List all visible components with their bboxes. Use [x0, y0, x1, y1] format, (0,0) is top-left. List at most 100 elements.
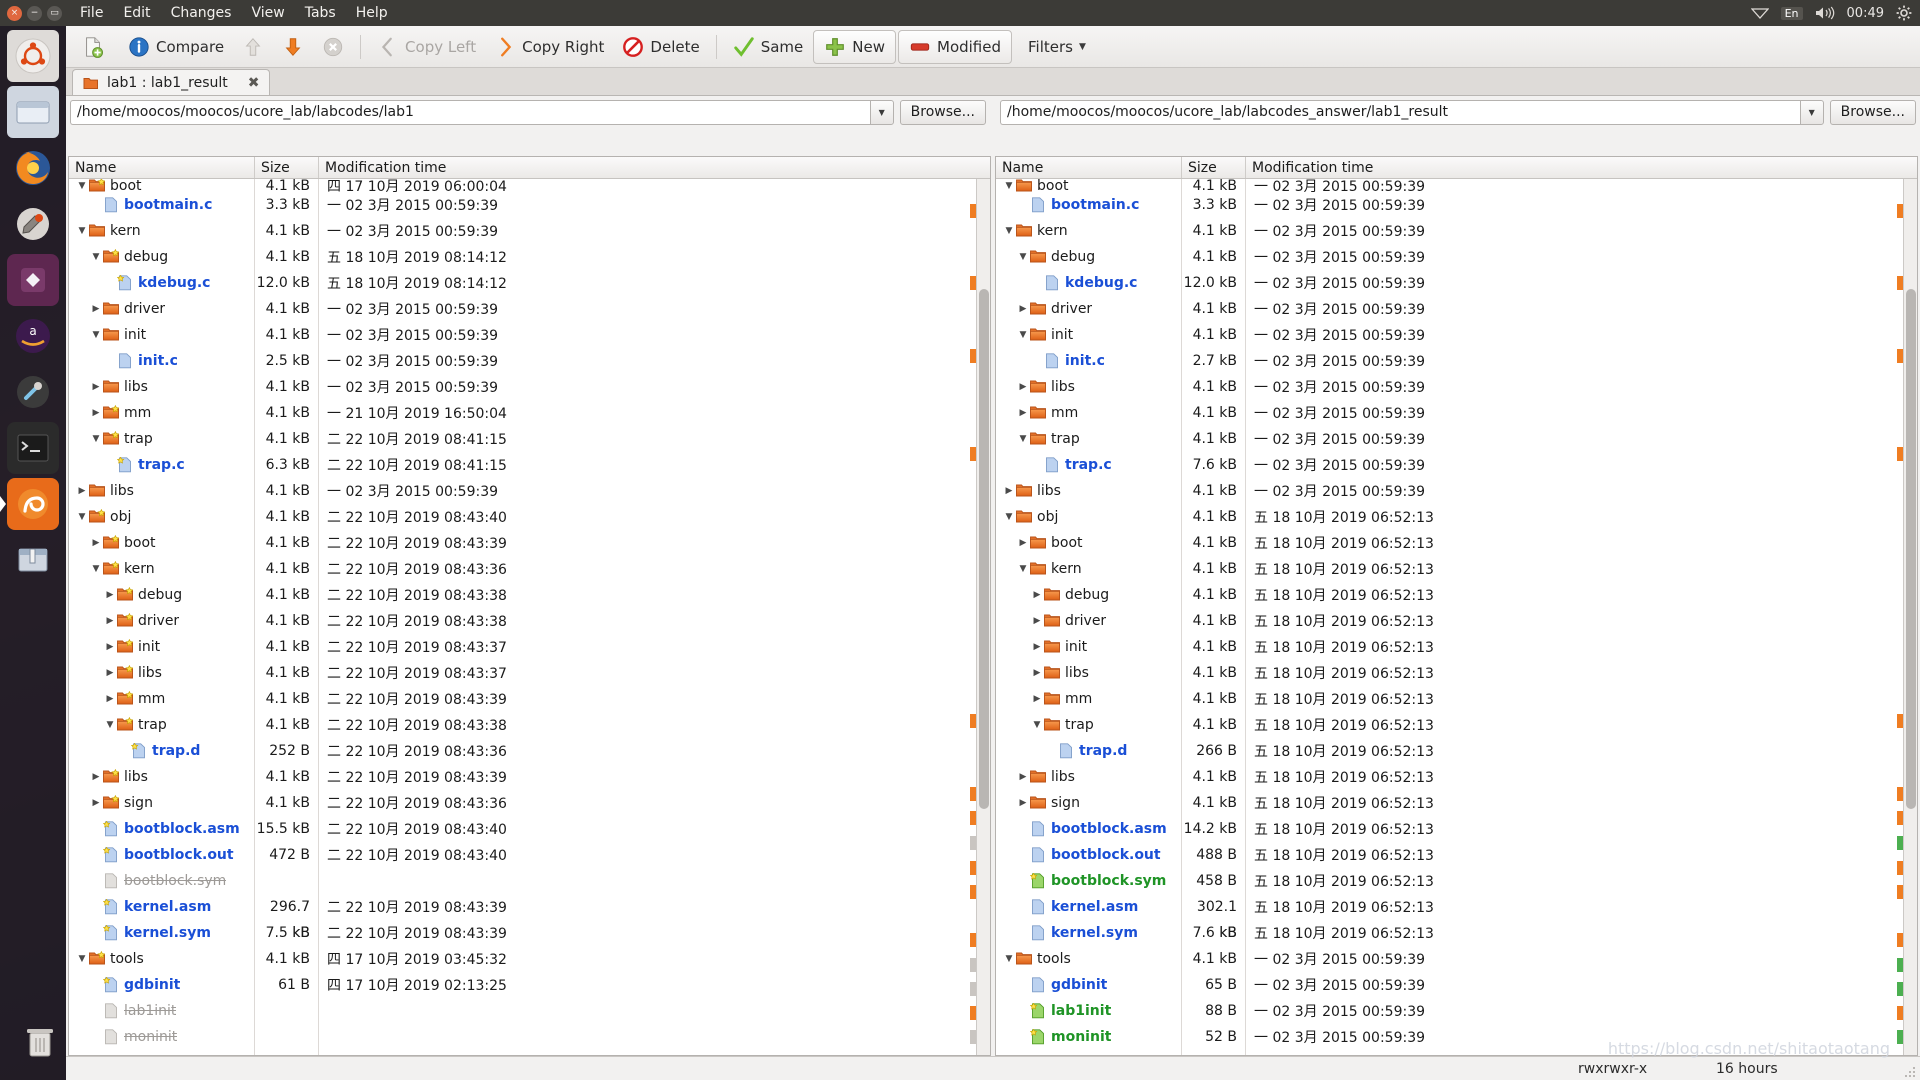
row-name-cell[interactable]: ▶ libs — [996, 374, 1182, 400]
row-name-cell[interactable]: bootmain.c — [69, 192, 255, 218]
row-name-cell[interactable]: ▼ obj — [996, 504, 1182, 530]
row-name-cell[interactable]: bootmain.c — [996, 192, 1182, 218]
table-row[interactable]: trap.d 252 B 二 22 10月 2019 08:43:36 — [69, 738, 990, 764]
left-file-pane[interactable]: Name Size Modification time ▼ boot 4.1 kB 四… — [68, 156, 991, 1056]
tree-expander-icon[interactable]: ▼ — [1030, 720, 1044, 730]
row-name-cell[interactable]: ▼ trap — [996, 712, 1182, 738]
tree-expander-icon[interactable]: ▶ — [1030, 590, 1044, 600]
tree-expander-icon[interactable]: ▶ — [1016, 408, 1030, 418]
table-row[interactable]: ▶ libs 4.1 kB 五 18 10月 2019 06:52:13 — [996, 764, 1917, 790]
row-name-cell[interactable]: ▼ tools — [69, 946, 255, 972]
row-name-cell[interactable]: moninit — [69, 1024, 255, 1050]
table-row[interactable]: ▼ debug 4.1 kB 五 18 10月 2019 08:14:12 — [69, 244, 990, 270]
right-header-time[interactable]: Modification time — [1246, 157, 1917, 178]
row-name-cell[interactable]: kernel.sym — [69, 920, 255, 946]
table-row[interactable]: kdebug.c 12.0 kB 五 18 10月 2019 08:14:12 — [69, 270, 990, 296]
tab-lab1-lab1result[interactable]: lab1 : lab1_result ✖ — [72, 69, 271, 95]
row-name-cell[interactable]: ▼ tools — [996, 946, 1182, 972]
table-row[interactable]: ▶ mm 4.1 kB 二 22 10月 2019 08:43:39 — [69, 686, 990, 712]
row-name-cell[interactable]: kernel.asm — [69, 894, 255, 920]
tree-expander-icon[interactable]: ▼ — [89, 252, 103, 262]
row-name-cell[interactable]: ▼ trap — [69, 426, 255, 452]
row-name-cell[interactable]: ▶ init — [69, 634, 255, 660]
tree-expander-icon[interactable]: ▶ — [75, 486, 89, 496]
tree-expander-icon[interactable]: ▼ — [1002, 512, 1016, 522]
left-column-headers[interactable]: Name Size Modification time — [69, 157, 990, 179]
left-file-rows[interactable]: ▼ boot 4.1 kB 四 17 10月 2019 06:00:04 bootmai… — [69, 179, 990, 1055]
tree-expander-icon[interactable]: ▶ — [1016, 538, 1030, 548]
tree-expander-icon[interactable]: ▶ — [89, 538, 103, 548]
row-name-cell[interactable]: ▼ obj — [69, 504, 255, 530]
table-row[interactable]: bootblock.out 472 B 二 22 10月 2019 08:43:40 — [69, 842, 990, 868]
tree-expander-icon[interactable]: ▶ — [1016, 798, 1030, 808]
right-scroll-thumb[interactable] — [1906, 289, 1916, 809]
row-name-cell[interactable]: ▼ debug — [69, 244, 255, 270]
row-name-cell[interactable]: ▶ driver — [69, 296, 255, 322]
launcher-item-meld[interactable] — [0, 478, 59, 530]
table-row[interactable]: ▶ init 4.1 kB 五 18 10月 2019 06:52:13 — [996, 634, 1917, 660]
row-name-cell[interactable]: ▶ debug — [996, 582, 1182, 608]
launcher-item-software-updater[interactable] — [7, 198, 59, 250]
row-name-cell[interactable]: ▶ mm — [69, 686, 255, 712]
clock[interactable]: 00:49 — [1847, 6, 1884, 21]
table-row[interactable]: ▶ debug 4.1 kB 二 22 10月 2019 08:43:38 — [69, 582, 990, 608]
tree-expander-icon[interactable]: ▶ — [89, 304, 103, 314]
new-comparison-button[interactable] — [74, 32, 118, 62]
table-row[interactable]: ▼ tools 4.1 kB 一 02 3月 2015 00:59:39 — [996, 946, 1917, 972]
tree-expander-icon[interactable]: ▶ — [1016, 304, 1030, 314]
row-name-cell[interactable]: ▼ debug — [996, 244, 1182, 270]
row-name-cell[interactable]: ▶ libs — [69, 660, 255, 686]
table-row[interactable]: ▶ mm 4.1 kB 一 21 10月 2019 16:50:04 — [69, 400, 990, 426]
row-name-cell[interactable]: ▶ sign — [69, 790, 255, 816]
row-name-cell[interactable]: lab1init — [69, 998, 255, 1024]
row-name-cell[interactable]: init.c — [996, 348, 1182, 374]
launcher-item-files-manager[interactable] — [7, 86, 59, 138]
row-name-cell[interactable]: trap.d — [69, 738, 255, 764]
table-row[interactable]: ▼ init 4.1 kB 一 02 3月 2015 00:59:39 — [69, 322, 990, 348]
table-row[interactable]: ▶ debug 4.1 kB 五 18 10月 2019 06:52:13 — [996, 582, 1917, 608]
row-name-cell[interactable]: trap.c — [996, 452, 1182, 478]
row-name-cell[interactable]: lab1init — [996, 998, 1182, 1024]
tree-expander-icon[interactable]: ▼ — [1002, 954, 1016, 964]
menu-bar[interactable]: File Edit Changes View Tabs Help — [70, 3, 398, 23]
copy-left-button[interactable]: Copy Left — [369, 32, 484, 62]
table-row[interactable]: kernel.asm 302.1 kB 五 18 10月 2019 06:52:13 — [996, 894, 1917, 941]
table-row[interactable]: Makefile7.2 kB一 02 3月 2015 00:59:39 — [69, 1050, 990, 1055]
left-vertical-scrollbar[interactable] — [976, 179, 990, 1055]
right-header-name[interactable]: Name — [996, 157, 1182, 178]
table-row[interactable]: lab1init — [69, 998, 990, 1024]
row-name-cell[interactable]: init.c — [69, 348, 255, 374]
launcher-item-amazon[interactable]: a — [7, 310, 59, 362]
row-name-cell[interactable]: ▼ trap — [996, 426, 1182, 452]
tree-expander-icon[interactable]: ▶ — [89, 408, 103, 418]
tree-expander-icon[interactable]: ▼ — [103, 720, 117, 730]
table-row[interactable]: ▼ obj 4.1 kB 二 22 10月 2019 08:43:40 — [69, 504, 990, 530]
row-name-cell[interactable]: ▼ kern — [69, 556, 255, 582]
right-file-pane[interactable]: Name Size Modification time ▼ boot 4.1 kB 一… — [995, 156, 1918, 1056]
tree-expander-icon[interactable]: ▼ — [75, 181, 89, 191]
stop-button[interactable] — [314, 32, 352, 62]
compare-button[interactable]: Compare — [120, 32, 232, 62]
table-row[interactable]: bootblock.asm 15.5 kB 二 22 10月 2019 08:43:… — [69, 816, 990, 842]
resize-grip-icon[interactable] — [1903, 1064, 1917, 1078]
row-name-cell[interactable]: ▶ boot — [996, 530, 1182, 556]
row-name-cell[interactable]: ▶ driver — [996, 608, 1182, 634]
table-row[interactable]: ▼ kern 4.1 kB 五 18 10月 2019 06:52:13 — [996, 556, 1917, 582]
row-name-cell[interactable]: kernel.sym — [996, 920, 1182, 946]
tab-bar[interactable]: lab1 : lab1_result ✖ — [66, 68, 1920, 96]
row-name-cell[interactable]: Makefile — [996, 1050, 1182, 1055]
menu-file[interactable]: File — [70, 3, 113, 23]
window-controls[interactable]: × − ▭ — [0, 5, 70, 21]
menu-edit[interactable]: Edit — [113, 3, 160, 23]
gear-icon[interactable] — [1896, 5, 1912, 21]
right-vertical-scrollbar[interactable] — [1903, 179, 1917, 1055]
launcher-item-trash[interactable] — [14, 1016, 66, 1068]
row-name-cell[interactable]: ▼ init — [69, 322, 255, 348]
tree-expander-icon[interactable]: ▶ — [103, 590, 117, 600]
table-row[interactable]: kdebug.c 12.0 kB 一 02 3月 2015 00:59:39 — [996, 270, 1917, 296]
table-row[interactable]: ▶ libs 4.1 kB 一 02 3月 2015 00:59:39 — [996, 478, 1917, 504]
row-name-cell[interactable]: ▼ kern — [996, 218, 1182, 244]
left-path-group[interactable]: /home/moocos/moocos/ucore_lab/labcodes/l… — [70, 99, 986, 125]
row-name-cell[interactable]: bootblock.out — [69, 842, 255, 868]
table-row[interactable]: ▼ boot 4.1 kB 四 17 10月 2019 06:00:04 — [69, 179, 990, 192]
